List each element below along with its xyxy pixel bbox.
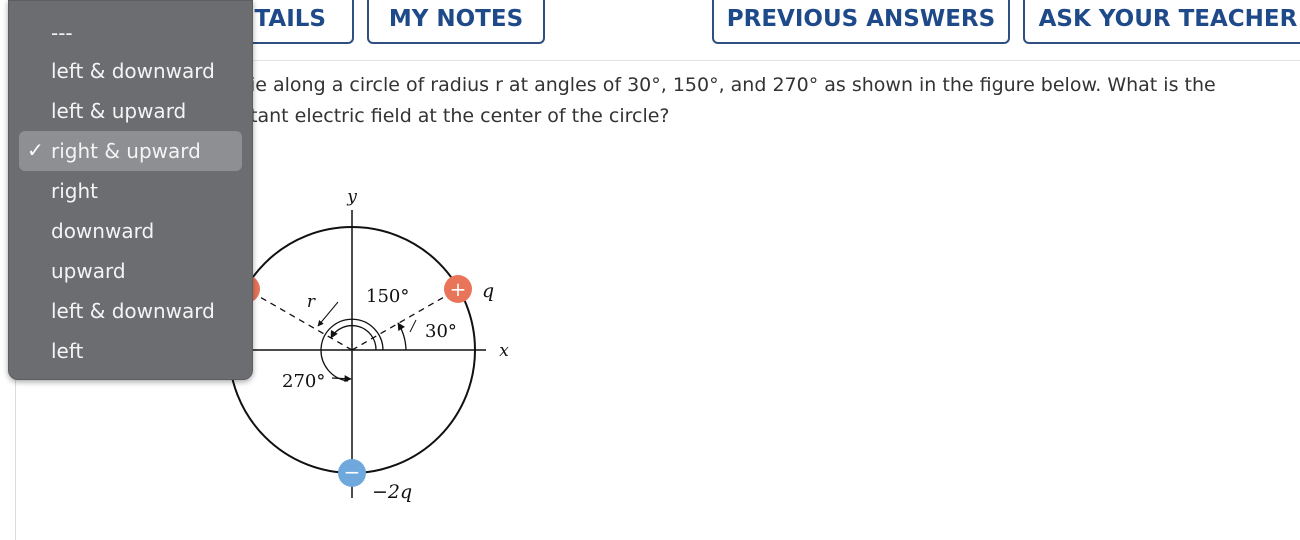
radius-dashed-150	[245, 288, 353, 351]
dropdown-option-upward[interactable]: upward	[51, 253, 126, 289]
angle-150-label: 150°	[366, 286, 409, 307]
dropdown-option-right-upward[interactable]: right & upward	[51, 133, 201, 169]
angle-30-label: 30°	[425, 321, 457, 342]
question-line-1: ie along a circle of radius r at angles …	[250, 74, 1216, 96]
label-270-arrow	[331, 375, 352, 383]
tab-previous-answers[interactable]: PREVIOUS ANSWERS	[712, 0, 1010, 44]
charge-minus-2q-label: −2q	[372, 481, 412, 503]
charge-q-label: q	[482, 280, 494, 302]
charge-circle-figure: + − y x r 150° 30° 270° q −2q	[228, 180, 528, 510]
radius-label: r	[307, 292, 316, 312]
dropdown-option-placeholder[interactable]: ---	[51, 15, 73, 51]
plus-sign: +	[450, 277, 467, 301]
label-30-leader	[409, 319, 417, 333]
tab-ask-your-teacher[interactable]: ASK YOUR TEACHER	[1023, 0, 1300, 44]
question-line-2: tant electric field at the center of the…	[250, 105, 670, 127]
arc-150	[330, 325, 377, 351]
angle-270-label: 270°	[282, 371, 325, 392]
dropdown-option-left-downward[interactable]: left & downward	[51, 53, 215, 89]
x-axis-label: x	[499, 341, 509, 361]
question-text: ie along a circle of radius r at angles …	[250, 70, 1216, 132]
y-axis-label: y	[346, 187, 357, 207]
minus-sign: −	[344, 460, 361, 484]
answer-dropdown-menu[interactable]: ✓ --- left & downward left & upward righ…	[8, 0, 253, 380]
checkmark-icon: ✓	[27, 140, 44, 162]
tab-my-notes[interactable]: MY NOTES	[367, 0, 545, 44]
dropdown-option-left-downward-2[interactable]: left & downward	[51, 293, 215, 329]
dropdown-option-right[interactable]: right	[51, 173, 98, 209]
dropdown-option-left-upward[interactable]: left & upward	[51, 93, 186, 129]
radius-arrow	[317, 301, 339, 327]
arc-30	[397, 322, 407, 351]
dropdown-option-left[interactable]: left	[51, 333, 83, 369]
figure-svg: + − y x r 150° 30° 270° q −2q	[228, 187, 509, 503]
dropdown-option-downward[interactable]: downward	[51, 213, 154, 249]
